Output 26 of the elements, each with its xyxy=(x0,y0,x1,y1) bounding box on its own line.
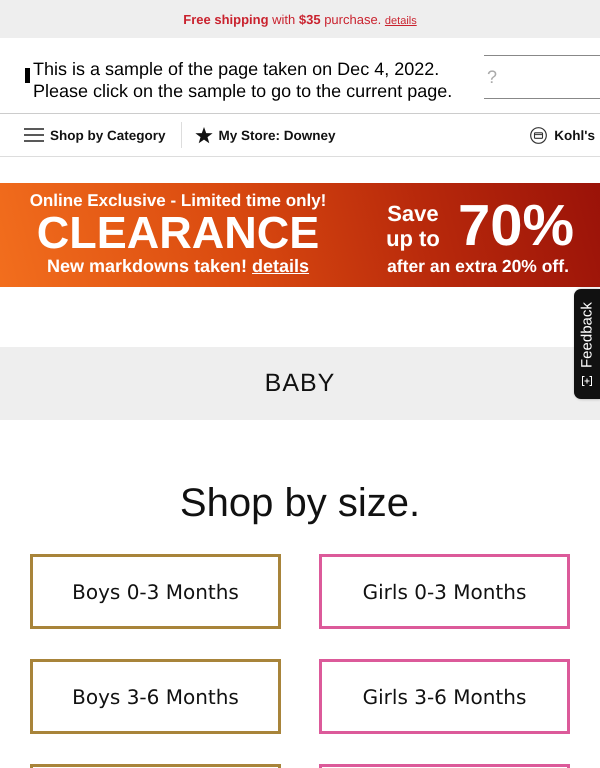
save-up-to-text: Save up to xyxy=(385,201,441,251)
extra-discount-note: after an extra 20% off. xyxy=(387,255,569,277)
card-circle-icon xyxy=(530,126,548,144)
archive-notice-text[interactable]: This is a sample of the page taken on Dec 4, 2022. Please click on the sample to go to the current page. xyxy=(30,58,484,102)
vertical-bar-icon xyxy=(25,68,30,83)
banner-title: CLEARANCE xyxy=(36,211,320,255)
card-link[interactable]: Kohl's xyxy=(530,126,595,144)
search-field[interactable]: ? xyxy=(484,55,600,99)
shop-by-size-heading: Shop by size. xyxy=(178,480,422,527)
size-button[interactable]: Girls 3-6 Months xyxy=(319,659,570,734)
shop-by-category-button[interactable]: Shop by Category xyxy=(24,128,166,142)
promo-text: Free shipping with $35 purchase. details xyxy=(183,12,417,26)
feedback-tab[interactable]: Feedback xyxy=(574,289,600,399)
details-link[interactable]: details xyxy=(384,14,417,26)
section-title: BABY xyxy=(264,369,336,398)
plus-bracket-icon xyxy=(582,376,592,386)
discount-percent: 70% xyxy=(458,200,574,252)
hamburger-menu-icon xyxy=(24,128,44,142)
banner-details-link[interactable]: details xyxy=(252,256,310,276)
size-button[interactable]: Boys 3-6 Months xyxy=(30,659,281,734)
banner-subline: New markdowns taken! details xyxy=(46,255,310,277)
my-store-link[interactable]: My Store: Downey xyxy=(194,126,336,144)
size-button[interactable]: Boys 0-3 Months xyxy=(30,554,281,629)
size-button[interactable]: Girls 0-3 Months xyxy=(319,554,570,629)
star-icon xyxy=(194,126,213,144)
banner-headline: Online Exclusive - Limited time only! xyxy=(30,191,326,211)
